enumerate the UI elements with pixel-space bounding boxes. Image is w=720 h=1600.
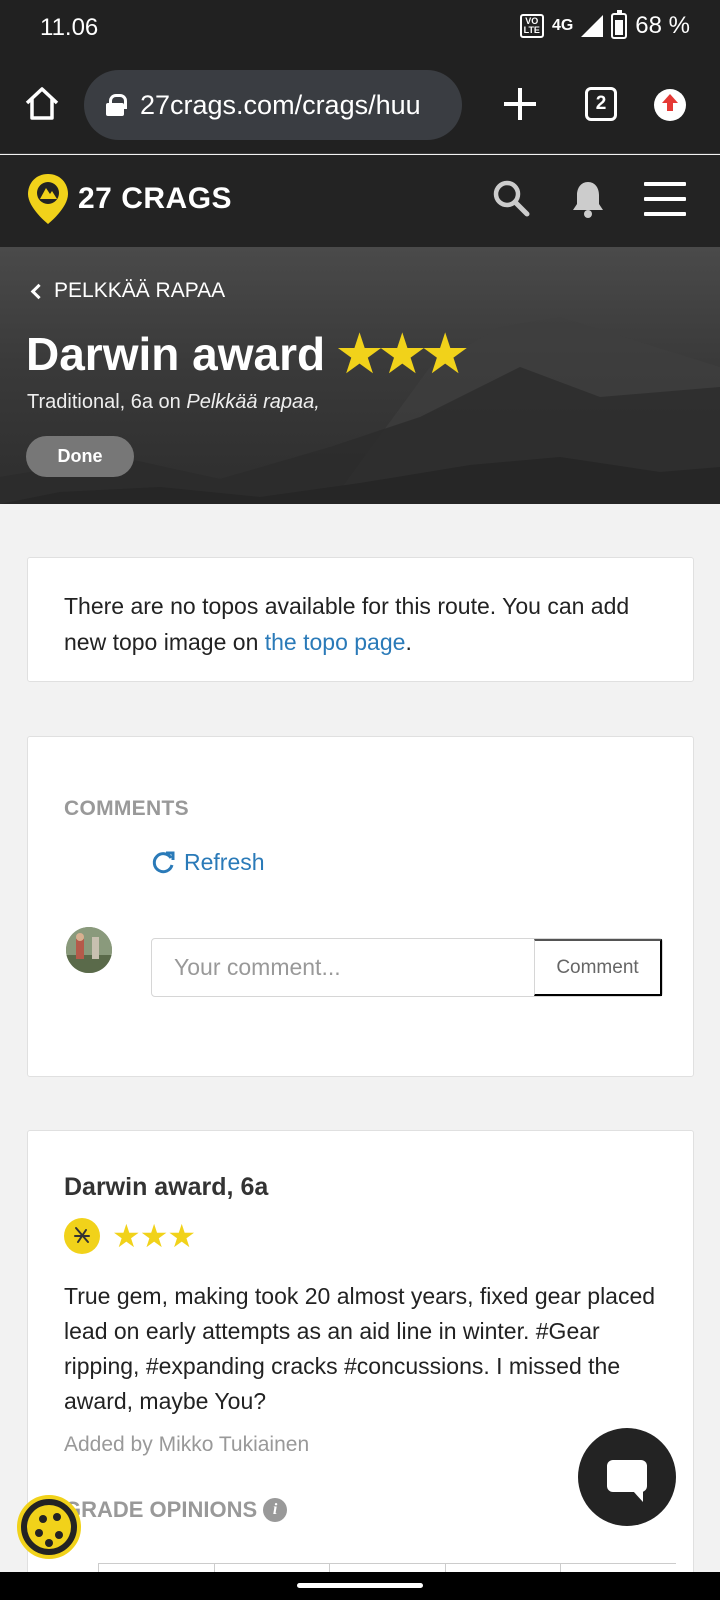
address-bar[interactable]: 27crags.com/crags/huu [84, 70, 462, 140]
volte-icon: VO LTE [519, 14, 544, 38]
crag-name[interactable]: Pelkkää rapaa, [186, 391, 319, 413]
chat-button[interactable] [578, 1428, 676, 1526]
status-icons: VO LTE 4G 68 % [519, 10, 690, 40]
topo-text-end: . [405, 629, 412, 655]
update-arrow-icon[interactable] [654, 89, 686, 121]
site-logo[interactable]: 27 CRAGS [26, 172, 232, 226]
battery-level: 68 % [635, 12, 690, 39]
done-button[interactable]: Done [26, 436, 134, 477]
route-hero: PELKKÄÄ RAPAA Darwin award ★★★ Tradition… [0, 247, 720, 504]
route-subtitle: Traditional, 6a on Pelkkää rapaa, [27, 391, 320, 414]
chat-bubble-icon [607, 1460, 647, 1502]
lock-icon [106, 94, 127, 116]
info-icon[interactable]: i [263, 1498, 288, 1522]
back-link-label: PELKKÄÄ RAPAA [54, 279, 226, 302]
url-text: 27crags.com/crags/huu [140, 89, 421, 120]
page-title: Darwin award ★★★ [26, 326, 468, 382]
pin-logo-icon [28, 174, 68, 224]
comment-form: Comment [151, 938, 663, 997]
route-type-grade: Traditional, 6a on [27, 391, 187, 413]
avatar [66, 927, 112, 973]
grade-opinions-heading: GRADE OPINIONS i [64, 1497, 288, 1523]
bell-icon[interactable] [570, 179, 606, 219]
route-card-title: Darwin award, 6a [64, 1173, 269, 1201]
route-info-card: Darwin award, 6a ★★★ True gem, making to… [27, 1130, 694, 1600]
new-tab-icon[interactable] [500, 84, 540, 124]
hamburger-menu-icon[interactable] [644, 182, 686, 218]
route-description: True gem, making took 20 almost years, f… [64, 1283, 656, 1414]
status-bar: 11.06 VO LTE 4G 68 % [0, 0, 720, 56]
cookie-settings-button[interactable] [17, 1495, 81, 1559]
browser-toolbar: 27crags.com/crags/huu 2 [0, 56, 720, 154]
route-name: Darwin award [26, 328, 326, 380]
clock: 11.06 [40, 14, 99, 41]
back-to-crag-link[interactable]: PELKKÄÄ RAPAA [30, 279, 225, 303]
comments-heading: COMMENTS [64, 797, 189, 820]
home-icon[interactable] [22, 84, 62, 124]
comment-submit-button[interactable]: Comment [534, 939, 662, 996]
home-gesture-handle[interactable] [297, 1583, 423, 1588]
topo-card: There are no topos available for this ro… [27, 557, 694, 682]
site-header: 27 CRAGS [0, 155, 720, 247]
search-icon[interactable] [492, 179, 530, 217]
route-star-rating: ★★★ [337, 326, 467, 382]
topo-page-link[interactable]: the topo page [265, 629, 406, 655]
refresh-icon [152, 851, 175, 873]
chevron-left-icon [30, 283, 47, 299]
logo-text: 27 CRAGS [78, 182, 233, 215]
comment-input[interactable] [152, 939, 534, 996]
added-by-text: Added by Mikko Tukiainen [64, 1433, 310, 1456]
trad-gear-badge-icon [64, 1218, 100, 1254]
tab-switcher-button[interactable]: 2 [585, 87, 617, 121]
system-navigation-bar [0, 1572, 720, 1600]
grade-opinions-label: GRADE OPINIONS [64, 1497, 258, 1522]
network-type-icon: 4G [551, 17, 574, 34]
refresh-label: Refresh [184, 849, 265, 875]
battery-icon [611, 10, 628, 39]
refresh-button[interactable]: Refresh [150, 849, 265, 876]
route-card-star-rating: ★★★ [112, 1218, 196, 1254]
comments-card: COMMENTS Refresh Comment [27, 736, 694, 1077]
signal-icon [581, 15, 604, 37]
